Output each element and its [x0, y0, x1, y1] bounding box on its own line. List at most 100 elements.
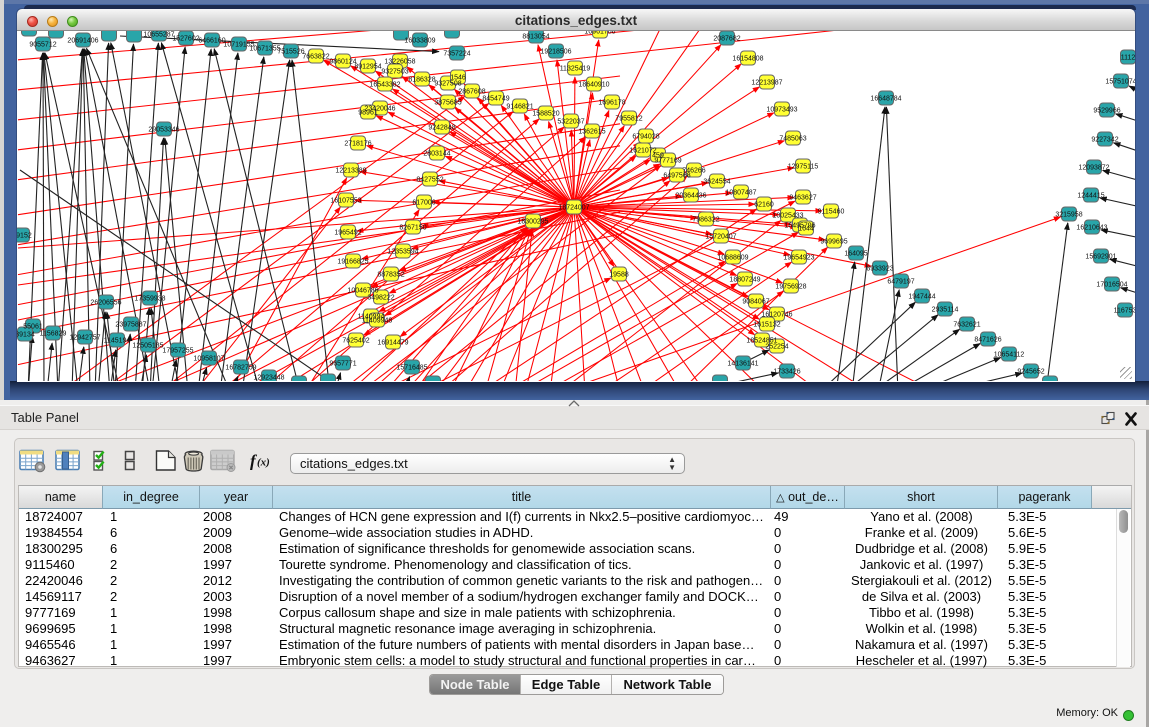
svg-text:15692901: 15692901: [1085, 254, 1116, 261]
svg-text:19756928: 19756928: [775, 284, 806, 291]
svg-text:6479197: 6479197: [887, 279, 914, 286]
svg-text:1947444: 1947444: [908, 294, 935, 301]
svg-text:9860124: 9860124: [329, 59, 356, 66]
svg-text:7625402: 7625402: [342, 338, 369, 345]
svg-text:8813054: 8813054: [522, 34, 549, 41]
svg-text:2935114: 2935114: [932, 307, 959, 314]
svg-text:(x): (x): [257, 457, 270, 469]
svg-text:1112: 1112: [1121, 55, 1135, 62]
svg-text:9055712: 9055712: [29, 42, 56, 49]
svg-text:9777169: 9777169: [654, 158, 681, 165]
svg-text:7632621: 7632621: [953, 322, 980, 329]
svg-text:8454749: 8454749: [482, 96, 509, 103]
svg-text:11325419: 11325419: [560, 66, 591, 73]
svg-text:1644: 1644: [798, 226, 814, 233]
svg-text:1696178: 1696178: [598, 100, 625, 107]
svg-text:1362615: 1362615: [578, 129, 605, 136]
svg-text:7955812: 7955812: [615, 116, 642, 123]
svg-text:3498222: 3498222: [367, 295, 394, 302]
svg-text:11409948: 11409948: [362, 318, 393, 325]
svg-text:12505135: 12505135: [132, 343, 163, 350]
svg-text:19218506: 19218506: [540, 49, 571, 56]
svg-text:2087682: 2087682: [713, 36, 740, 43]
svg-text:9529966: 9529966: [1093, 108, 1120, 115]
svg-text:16782759: 16782759: [225, 365, 256, 372]
svg-text:1615132: 1615132: [753, 322, 780, 329]
svg-text:18724007: 18724007: [558, 205, 589, 212]
svg-text:16033809: 16033809: [404, 38, 435, 45]
svg-text:9327508: 9327508: [434, 81, 461, 88]
svg-text:15751074: 15751074: [1105, 79, 1135, 86]
svg-text:10961768: 10961768: [584, 31, 615, 36]
svg-text:6497568: 6497568: [663, 173, 690, 180]
svg-text:252254: 252254: [765, 344, 788, 351]
svg-text:98961: 98961: [358, 110, 378, 117]
svg-text:10025433: 10025433: [772, 213, 803, 220]
svg-text:1588520: 1588520: [532, 111, 559, 118]
svg-text:10671355: 10671355: [249, 46, 280, 53]
svg-text:9463627: 9463627: [789, 195, 816, 202]
svg-text:18640910: 18640910: [578, 82, 609, 89]
svg-text:7485063: 7485063: [779, 136, 806, 143]
svg-text:9245652: 9245652: [1017, 369, 1044, 376]
svg-text:16648784: 16648784: [870, 96, 901, 103]
svg-text:1546: 1546: [450, 75, 466, 82]
svg-text:9227342: 9227342: [1091, 137, 1118, 144]
svg-text:116753: 116753: [1114, 308, 1135, 315]
svg-text:17016504: 17016504: [1096, 282, 1127, 289]
svg-text:9657771: 9657771: [329, 361, 356, 368]
svg-text:19588: 19588: [609, 272, 629, 279]
svg-text:1156829: 1156829: [40, 331, 67, 338]
svg-text:6466160: 6466160: [198, 38, 225, 45]
svg-text:9242848: 9242848: [428, 125, 455, 132]
svg-text:7663822: 7663822: [302, 54, 329, 61]
svg-text:16543382: 16543382: [369, 82, 400, 89]
svg-text:9084067: 9084067: [742, 299, 769, 306]
svg-text:3875685: 3875685: [434, 100, 461, 107]
svg-text:9115460: 9115460: [818, 209, 845, 216]
svg-text:1527602: 1527602: [172, 36, 199, 43]
svg-text:18807249: 18807249: [729, 277, 760, 284]
svg-text:17359938: 17359938: [134, 296, 165, 303]
svg-text:29053346: 29053346: [148, 127, 179, 134]
svg-text:15720407: 15720407: [705, 234, 736, 241]
svg-text:7986322: 7986322: [692, 217, 719, 224]
svg-text:39152: 39152: [17, 233, 32, 240]
svg-text:10688609: 10688609: [717, 255, 748, 262]
svg-text:10046786: 10046786: [347, 288, 378, 295]
svg-text:55061: 55061: [23, 324, 43, 331]
svg-text:13226058: 13226058: [384, 59, 415, 66]
svg-text:7515526: 7515526: [277, 49, 304, 56]
svg-text:12093872: 12093872: [1078, 165, 1109, 172]
svg-text:19654923: 19654923: [783, 255, 814, 262]
svg-text:8933923: 8933923: [866, 266, 893, 273]
svg-text:16107553: 16107553: [330, 198, 361, 205]
svg-text:8471626: 8471626: [974, 337, 1001, 344]
svg-text:16120746: 16120746: [761, 312, 792, 319]
svg-text:12942757: 12942757: [69, 335, 100, 342]
svg-text:12353594: 12353594: [387, 249, 418, 256]
svg-text:8186328: 8186328: [408, 77, 435, 84]
svg-text:10655287: 10655287: [143, 32, 174, 39]
svg-text:20364436: 20364436: [675, 193, 706, 200]
svg-text:8267150: 8267150: [399, 225, 426, 232]
svg-text:9327503: 9327503: [381, 69, 408, 76]
svg-text:2803144: 2803144: [423, 151, 450, 158]
svg-text:10654112: 10654112: [994, 352, 1025, 359]
svg-text:12213389: 12213389: [335, 168, 366, 175]
svg-text:26206556: 26206556: [90, 300, 121, 307]
svg-text:2867608: 2867608: [458, 89, 485, 96]
svg-text:164095: 164095: [844, 251, 867, 258]
svg-text:9146821: 9146821: [506, 104, 533, 111]
svg-text:1733426: 1733426: [773, 369, 800, 376]
svg-text:8878352: 8878352: [377, 272, 404, 279]
svg-text:5322037: 5322037: [557, 119, 584, 126]
svg-text:62160: 62160: [754, 202, 774, 209]
svg-text:10958107: 10958107: [193, 356, 224, 363]
svg-text:16914479: 16914479: [377, 340, 408, 347]
svg-text:3624554: 3624554: [703, 179, 730, 186]
svg-text:3215958: 3215958: [1055, 212, 1082, 219]
svg-text:1244415: 1244415: [1077, 193, 1104, 200]
svg-text:7357224: 7357224: [443, 51, 470, 58]
svg-text:617006: 617006: [412, 200, 435, 207]
